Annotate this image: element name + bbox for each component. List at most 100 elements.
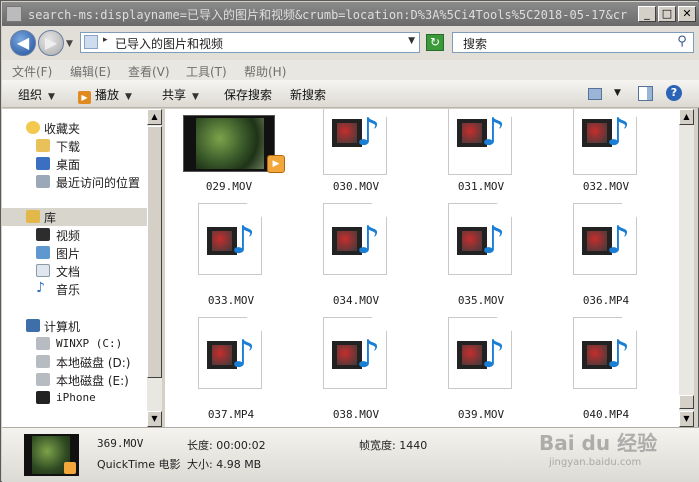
search-box[interactable]: 搜索 ⚲	[452, 32, 694, 53]
window-title: search-ms:displayname=已导入的图片和视频&crumb=lo…	[28, 8, 628, 22]
menu-edit[interactable]: 编辑(E)	[70, 63, 111, 80]
file-item[interactable]: ♪ 035.MOV	[431, 203, 531, 307]
file-name: 029.MOV	[205, 180, 253, 193]
file-item[interactable]: ♪ 038.MOV	[306, 317, 406, 421]
forward-button[interactable]: ▶	[38, 30, 64, 56]
menu-view[interactable]: 查看(V)	[128, 63, 170, 80]
breadcrumb-location[interactable]: 已导入的图片和视频	[115, 35, 223, 52]
details-size: 大小: 4.98 MB	[187, 458, 262, 471]
maximize-button[interactable]: □	[658, 6, 676, 22]
file-item[interactable]: ♪ 037.MP4	[181, 317, 281, 421]
play-button[interactable]: ▶ 播放 ▼	[78, 86, 132, 104]
address-dropdown-icon[interactable]: ▼	[408, 36, 415, 46]
sidebar-item-recent[interactable]: 最近访问的位置	[2, 173, 147, 191]
file-item[interactable]: ♪ 036.MP4	[556, 203, 656, 307]
file-item[interactable]: ♪ 030.MOV	[306, 109, 406, 205]
menu-tools[interactable]: 工具(T)	[186, 63, 227, 80]
file-item[interactable]: ▶ 029.MOV	[183, 109, 285, 205]
sidebar-item-iphone[interactable]: iPhone	[2, 389, 147, 407]
scroll-up-button[interactable]: ▲	[147, 109, 162, 125]
menu-bar: 文件(F) 编辑(E) 查看(V) 工具(T) 帮助(H)	[2, 60, 699, 80]
music-library-icon: ♪	[36, 280, 45, 296]
nav-computer[interactable]: 计算机	[2, 317, 147, 335]
music-note-icon: ♪	[481, 332, 506, 376]
file-item[interactable]: ♪ 034.MOV	[306, 203, 406, 307]
share-button[interactable]: 共享 ▼	[162, 86, 199, 103]
scroll-thumb[interactable]	[147, 126, 162, 378]
file-name: 036.MP4	[582, 294, 630, 307]
chevron-down-icon: ▼	[48, 92, 55, 102]
file-item[interactable]: ♪ 033.MOV	[181, 203, 281, 307]
save-search-button[interactable]: 保存搜索	[224, 86, 272, 103]
new-search-button[interactable]: 新搜索	[290, 86, 326, 103]
music-note-icon: ♪	[606, 218, 631, 262]
nav-favorites[interactable]: 收藏夹	[2, 119, 147, 137]
file-item[interactable]: ♪ 040.MP4	[556, 317, 656, 421]
music-note-icon: ♪	[356, 110, 381, 154]
command-bar: 组织 ▼ ▶ 播放 ▼ 共享 ▼ 保存搜索 新搜索 ▼ ?	[2, 80, 699, 108]
file-name: 040.MP4	[582, 408, 630, 421]
view-options-dropdown[interactable]: ▼	[614, 88, 621, 98]
file-name: 032.MOV	[582, 180, 630, 193]
file-item[interactable]: ♪ 032.MOV	[556, 109, 656, 205]
video-thumbnail	[183, 115, 275, 172]
chevron-down-icon: ▼	[125, 92, 132, 102]
title-bar: search-ms:displayname=已导入的图片和视频&crumb=lo…	[2, 2, 699, 26]
library-icon	[26, 210, 40, 223]
iphone-icon	[36, 391, 50, 404]
details-filetype: QuickTime 电影	[97, 458, 181, 471]
file-name: 030.MOV	[332, 180, 380, 193]
address-bar[interactable]: ▸ 已导入的图片和视频 ▼	[80, 32, 420, 53]
file-list-scrollbar[interactable]: ▲ ▼	[679, 109, 694, 427]
sidebar-item-drive-d[interactable]: 本地磁盘 (D:)	[2, 353, 147, 371]
sidebar-item-drive-c[interactable]: WINXP (C:)	[2, 335, 147, 353]
sidebar-item-desktop[interactable]: 桌面	[2, 155, 147, 173]
details-frame-width: 帧宽度: 1440	[359, 439, 428, 452]
desktop-icon	[36, 157, 50, 170]
menu-help[interactable]: 帮助(H)	[244, 63, 286, 80]
close-button[interactable]: ✕	[678, 6, 696, 22]
sidebar-item-videos[interactable]: 视频	[2, 226, 147, 244]
drive-e-icon	[36, 373, 50, 386]
document-library-icon	[36, 264, 50, 277]
music-note-icon: ♪	[231, 332, 256, 376]
refresh-button[interactable]: ↻	[426, 34, 444, 51]
sidebar-item-documents[interactable]: 文档	[2, 262, 147, 280]
file-name: 039.MOV	[457, 408, 505, 421]
file-name: 034.MOV	[332, 294, 380, 307]
scroll-down-button[interactable]: ▼	[147, 411, 162, 427]
music-note-icon: ♪	[606, 110, 631, 154]
menu-file[interactable]: 文件(F)	[12, 63, 52, 80]
sidebar-item-pictures[interactable]: 图片	[2, 244, 147, 262]
recent-places-icon	[36, 175, 50, 188]
recent-pages-dropdown[interactable]: ▼	[66, 39, 73, 49]
drive-d-icon	[36, 355, 50, 368]
details-filename: 369.MOV	[97, 437, 144, 450]
video-badge-icon	[64, 462, 76, 474]
address-toolbar: ◀ ▶ ▼ ▸ 已导入的图片和视频 ▼ ↻ 搜索 ⚲	[2, 26, 699, 60]
breadcrumb-separator-icon[interactable]: ▸	[103, 35, 108, 45]
navigation-scrollbar[interactable]: ▲ ▼	[147, 109, 162, 427]
help-icon[interactable]: ?	[666, 85, 682, 101]
minimize-button[interactable]: _	[638, 6, 656, 22]
computer-icon	[26, 319, 40, 332]
arrow-left-icon: ◀	[16, 33, 30, 52]
organize-button[interactable]: 组织 ▼	[18, 86, 55, 103]
file-item[interactable]: ♪ 039.MOV	[431, 317, 531, 421]
scroll-up-button[interactable]: ▲	[679, 109, 694, 125]
search-folder-icon	[84, 35, 98, 49]
search-icon[interactable]: ⚲	[673, 34, 691, 51]
sidebar-item-downloads[interactable]: 下载	[2, 137, 147, 155]
sidebar-item-music[interactable]: ♪ 音乐	[2, 280, 147, 298]
file-list: ▶ 029.MOV ♪ 030.MOV ♪ 031.MOV ♪ 032.MOV …	[165, 109, 679, 427]
file-item[interactable]: ♪ 031.MOV	[431, 109, 531, 205]
search-input[interactable]: 搜索	[463, 35, 487, 52]
change-view-icon[interactable]	[588, 88, 602, 100]
back-button[interactable]: ◀	[10, 30, 36, 56]
sidebar-item-drive-e[interactable]: 本地磁盘 (E:)	[2, 371, 147, 389]
preview-pane-icon[interactable]	[638, 86, 653, 101]
nav-libraries[interactable]: 库	[2, 208, 147, 226]
scroll-thumb[interactable]	[679, 395, 694, 409]
scroll-down-button[interactable]: ▼	[679, 411, 694, 427]
file-name: 037.MP4	[207, 408, 255, 421]
